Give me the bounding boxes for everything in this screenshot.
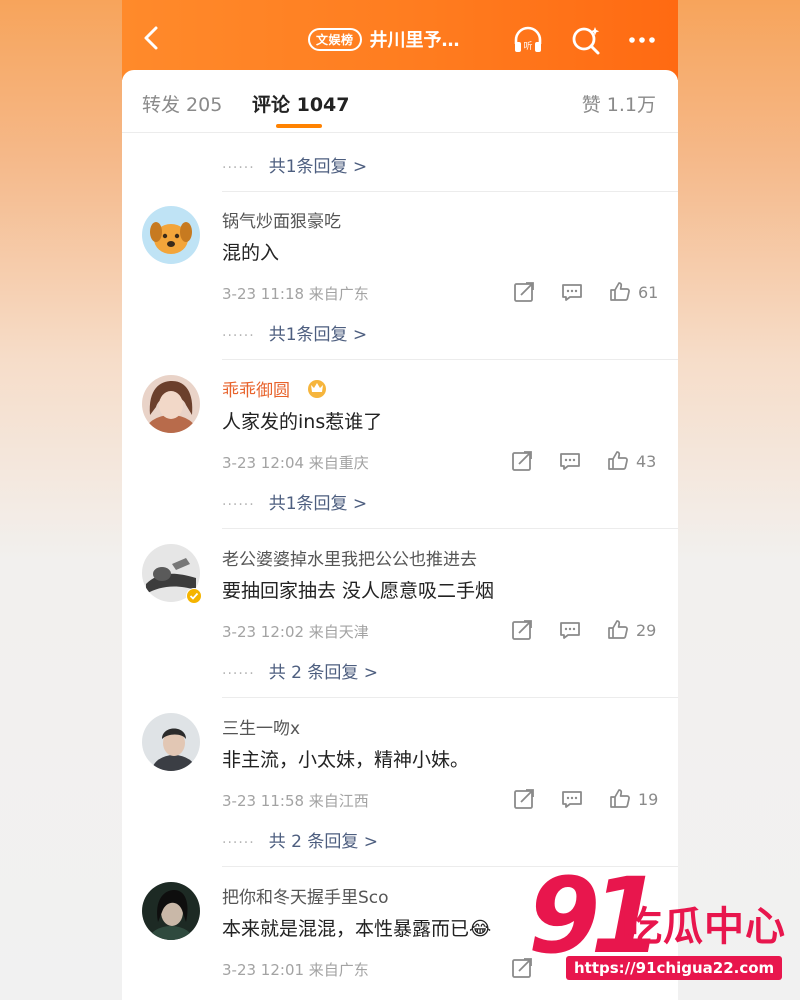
username[interactable]: 乖乖御圆: [222, 376, 290, 401]
reply-count-text: 共 2 条回复 >: [268, 832, 378, 852]
comment-meta: 3-23 12:02 来自天津: [222, 623, 369, 641]
comment-meta: 3-23 12:04 来自重庆: [222, 454, 369, 472]
reply-dots: ······: [222, 328, 255, 344]
svg-text:听: 听: [523, 41, 532, 52]
tab-comments[interactable]: 评论 1047: [252, 90, 350, 117]
like-icon[interactable]: [606, 618, 630, 642]
username[interactable]: 锅气炒面狠豪吃: [222, 207, 341, 232]
active-tab-indicator: [276, 124, 322, 128]
share-icon[interactable]: [512, 787, 536, 811]
avatar[interactable]: [142, 375, 200, 433]
search-sparkle-icon[interactable]: [568, 22, 604, 58]
watermark-url: https://91chigua22.com: [566, 956, 783, 980]
tab-bar: 转发 205 评论 1047 赞 1.1万: [122, 70, 678, 133]
like-icon[interactable]: [606, 449, 630, 473]
comment-text: 非主流，小太妹，精神小妹。: [222, 749, 470, 771]
reply-count-link[interactable]: ······ 共1条回复 >: [222, 489, 367, 514]
avatar[interactable]: [142, 882, 200, 940]
page-title: 井川里予…: [369, 30, 460, 51]
rank-badge: 文娱榜: [308, 27, 362, 51]
share-icon[interactable]: [510, 618, 534, 642]
avatar[interactable]: [142, 713, 200, 771]
reply-dots: ······: [222, 666, 255, 682]
like-count: 29: [636, 621, 657, 640]
comment-icon[interactable]: [560, 280, 584, 304]
comment-item: 老公婆婆掉水里我把公公也推进去 要抽回家抽去 没人愿意吸二手烟 3-23 12:…: [122, 530, 678, 699]
tab-reposts[interactable]: 转发 205: [142, 90, 222, 117]
more-icon[interactable]: [624, 22, 660, 58]
comment-item: 锅气炒面狠豪吃 混的入 3-23 11:18 来自广东 61 ······ 共1…: [122, 192, 678, 361]
reply-count-text: 共1条回复 >: [268, 494, 368, 514]
comment-icon[interactable]: [560, 787, 584, 811]
reply-count-text: 共1条回复 >: [268, 325, 368, 345]
listen-icon[interactable]: 听: [510, 22, 546, 58]
avatar[interactable]: [142, 206, 200, 264]
reply-count-text: 共1条回复 >: [268, 157, 368, 177]
reply-dots: ······: [222, 835, 255, 851]
comment-text: 人家发的ins惹谁了: [222, 411, 383, 433]
like-icon[interactable]: [608, 280, 632, 304]
comment-icon[interactable]: [558, 618, 582, 642]
username[interactable]: 把你和冬天握手里Sco: [222, 883, 389, 908]
comment-text: 本来就是混混，本性暴露而已😂: [222, 918, 492, 940]
fan-badge-icon: [308, 380, 326, 398]
top-bar: 文娱榜 井川里予… 听: [122, 0, 678, 80]
share-icon[interactable]: [510, 449, 534, 473]
like-icon[interactable]: [608, 787, 632, 811]
weibo-screen: 文娱榜 井川里予… 听 转发 205 评论 1047 赞 1.1万 ······…: [122, 0, 678, 1000]
comment-meta: 3-23 11:58 来自江西: [222, 792, 369, 810]
comment-text: 混的入: [222, 242, 280, 264]
divider: [222, 697, 678, 698]
username[interactable]: 老公婆婆掉水里我把公公也推进去: [222, 545, 477, 570]
reply-count-link[interactable]: ······ 共 2 条回复 >: [222, 827, 378, 852]
comment-icon[interactable]: [558, 449, 582, 473]
comment-meta: 3-23 11:18 来自广东: [222, 285, 369, 303]
reply-count-link[interactable]: ······ 共1条回复 >: [222, 320, 367, 345]
like-count: 61: [638, 283, 659, 302]
comment-item: 三生一吻x 非主流，小太妹，精神小妹。 3-23 11:58 来自江西 19 ·…: [122, 699, 678, 868]
back-arrow-icon[interactable]: [136, 22, 166, 54]
like-count: 19: [638, 790, 659, 809]
like-count: 43: [636, 452, 657, 471]
verified-badge-icon: [186, 588, 202, 604]
share-icon[interactable]: [512, 280, 536, 304]
tab-likes[interactable]: 赞 1.1万: [582, 90, 656, 117]
watermark-name: 吃瓜中心: [622, 904, 786, 950]
site-watermark-logo: 91 吃瓜中心 https://91chigua22.com: [528, 864, 790, 988]
reply-dots: ······: [222, 497, 255, 513]
username[interactable]: 三生一吻x: [222, 714, 300, 739]
comment-item: 乖乖御圆 人家发的ins惹谁了 3-23 12:04 来自重庆 43 ·····…: [122, 361, 678, 530]
comment-meta: 3-23 12:01 来自广东: [222, 961, 369, 979]
reply-count-link[interactable]: ······ 共 2 条回复 >: [222, 658, 378, 683]
reply-dots: ······: [222, 160, 255, 176]
comment-text: 要抽回家抽去 没人愿意吸二手烟: [222, 580, 495, 602]
divider: [222, 528, 678, 529]
reply-count-link[interactable]: ······ 共1条回复 >: [222, 152, 367, 177]
title-area[interactable]: 文娱榜 井川里予…: [308, 24, 460, 54]
divider: [222, 359, 678, 360]
reply-count-text: 共 2 条回复 >: [268, 663, 378, 683]
